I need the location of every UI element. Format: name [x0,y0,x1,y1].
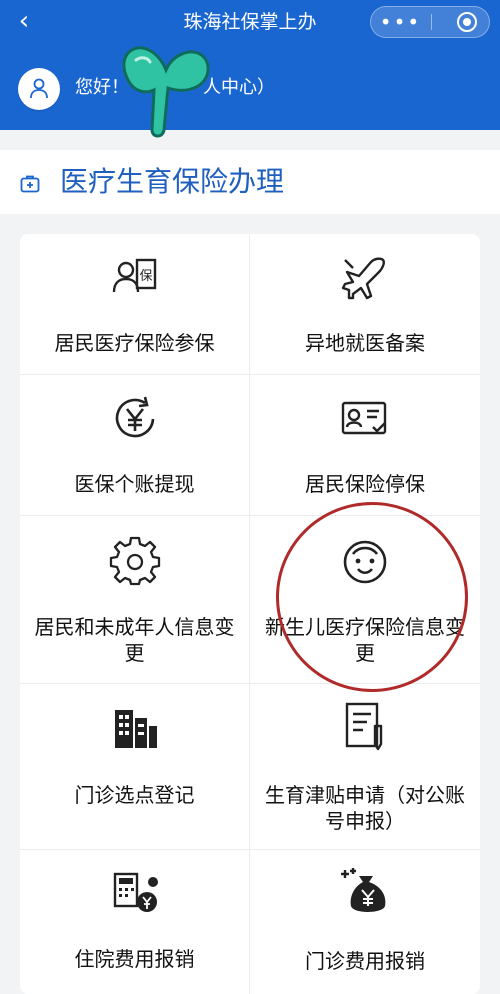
service-label: 门诊选点登记 [74,783,195,807]
service-item[interactable]: 居民和未成年人信息变更 [20,516,250,684]
svg-text:保: 保 [139,269,152,284]
medical-kit-icon [20,175,40,193]
app-header: ‹ 珠海社保掌上办 ••• 您好！ 人中心） [0,0,500,130]
highlight-circle [276,502,468,692]
calculator-yen-icon [113,872,158,912]
gear-icon [109,536,160,586]
service-item[interactable]: 门诊选点登记 [20,684,250,850]
service-item[interactable]: 门诊费用报销 [250,850,480,994]
more-icon[interactable]: ••• [371,7,430,37]
service-label: 住院费用报销 [74,947,195,971]
capsule-divider [431,14,432,30]
user-row[interactable]: 您好！ 人中心） [0,60,500,118]
miniprogram-capsule: ••• [370,6,490,38]
section-title: 医疗生育保险办理 [60,165,285,198]
service-item[interactable]: 异地就医备案 [250,234,480,375]
service-label: 门诊费用报销 [305,949,425,973]
close-target-icon[interactable] [457,12,477,32]
service-item[interactable]: 医保个账提现 [20,375,250,516]
avatar[interactable] [18,68,60,110]
service-label: 居民和未成年人信息变更 [34,615,235,665]
greeting-tail: 人中心） [203,77,275,98]
service-label: 居民医疗保险参保 [54,331,215,355]
id-card-check-icon [341,401,387,435]
service-label: 生育津贴申请（对公账号申报） [265,783,465,833]
section-header: 医疗生育保险办理 [0,150,500,214]
service-label: 医保个账提现 [74,472,195,496]
service-label: 居民保险停保 [305,472,425,496]
buildings-icon [114,710,157,748]
service-item[interactable]: 保 居民医疗保险参保 [20,234,250,375]
document-pen-icon [345,702,383,751]
service-item[interactable]: 生育津贴申请（对公账号申报） [250,684,480,850]
service-item[interactable]: 居民保险停保 [250,375,480,516]
airplane-icon [341,257,385,300]
yen-refresh-icon [115,396,154,438]
user-icon [30,78,48,99]
service-label: 异地就医备案 [305,331,425,355]
service-item[interactable]: 住院费用报销 [20,850,250,994]
nav-bar: ‹ 珠海社保掌上办 ••• [0,0,500,44]
money-bag-icon [341,868,386,912]
insurance-user-icon: 保 [112,258,156,293]
sprout-sticker [122,46,210,138]
